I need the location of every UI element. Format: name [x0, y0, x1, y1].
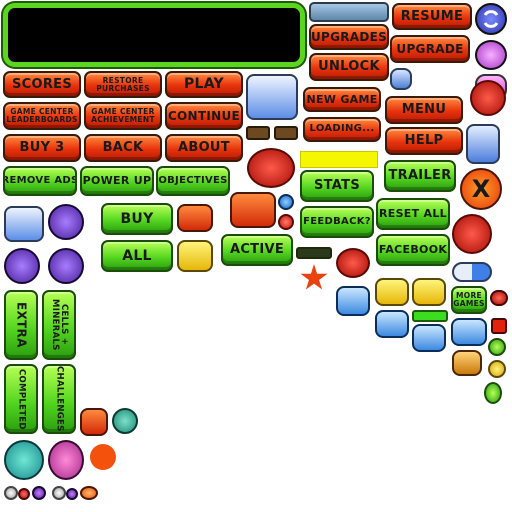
about-button[interactable]: ABOUT	[165, 134, 243, 162]
orange-gem-icon	[80, 486, 98, 500]
sound-icon[interactable]	[336, 286, 370, 316]
arrow-left-icon[interactable]	[177, 240, 213, 272]
star-burst-icon[interactable]	[375, 278, 409, 306]
unlock-button[interactable]: UNLOCK	[309, 53, 389, 81]
resume-button[interactable]: RESUME	[392, 3, 472, 30]
menu-button[interactable]: MENU	[385, 96, 463, 124]
loading-button[interactable]: LOADING...	[303, 117, 381, 142]
buy3-button[interactable]: BUY 3	[3, 134, 81, 162]
reset-all-button[interactable]: RESET ALL	[376, 198, 450, 230]
scores-button[interactable]: SCORES	[3, 71, 81, 98]
pill-capsules-icon	[4, 206, 44, 242]
arrow-right-icon[interactable]	[246, 126, 270, 140]
book-icon[interactable]	[48, 204, 84, 240]
next-icon[interactable]	[451, 318, 487, 346]
refresh-icon[interactable]	[475, 3, 507, 35]
heart-icon[interactable]	[48, 248, 84, 284]
completed-button[interactable]: COMPLETED	[4, 364, 38, 434]
pill-capsule-small-icon	[390, 68, 412, 90]
buy-button[interactable]: BUY	[101, 203, 173, 235]
yellow-progress-bar	[300, 151, 378, 168]
upgrades-button[interactable]: UPGRADES	[309, 24, 389, 50]
game-center-leaderboards-button[interactable]: GAME CENTER LEADERBOARDS	[3, 102, 81, 130]
game-center-achievement-button[interactable]: GAME CENTER ACHIEVEMENT	[84, 102, 162, 130]
cells-minerals-button[interactable]: CELLS + MINERALS	[42, 290, 76, 360]
continue-button[interactable]: CONTINUE	[165, 102, 243, 130]
white-gem-icon	[52, 486, 66, 500]
objectives-button[interactable]: OBJECTIVES	[156, 166, 230, 196]
green-progress-bar	[412, 310, 448, 322]
purple-gem-icon	[32, 486, 46, 500]
stats-button[interactable]: STATS	[300, 170, 374, 202]
arrow-left-icon[interactable]	[48, 440, 84, 480]
play-button[interactable]: PLAY	[165, 71, 243, 98]
pill-capsule-stack-icon	[466, 124, 500, 164]
challenges-button[interactable]: CHALLENGES	[42, 364, 76, 434]
white-gem-icon	[4, 486, 18, 500]
shuffle-icon[interactable]	[475, 40, 507, 70]
restore-purchases-button[interactable]: RESTORE PURCHASES	[84, 71, 162, 98]
dark-progress-track	[296, 247, 332, 259]
red-cells-icon	[452, 214, 492, 254]
green-plus-icon	[488, 338, 506, 356]
pill-horizontal-icon	[452, 262, 492, 282]
info-icon[interactable]	[4, 248, 40, 284]
ribbon-medal-icon	[490, 290, 508, 306]
lightning-icon[interactable]	[412, 278, 446, 306]
power-up-button[interactable]: POWER UP	[80, 166, 154, 196]
back-button[interactable]: BACK	[84, 134, 162, 162]
red-cells-icon	[247, 148, 295, 188]
mute-icon[interactable]	[375, 310, 409, 338]
help-button[interactable]: HELP	[385, 127, 463, 155]
red-square-icon	[491, 318, 507, 334]
ribbon-medal-icon	[484, 382, 502, 404]
orange-dot-icon	[90, 444, 116, 470]
blue-gem-icon	[278, 194, 294, 210]
extra-button[interactable]: EXTRA	[4, 290, 38, 360]
red-cells-icon	[470, 80, 506, 116]
rewind-icon[interactable]	[112, 408, 138, 434]
close-x-icon[interactable]: X	[460, 168, 502, 210]
all-button[interactable]: ALL	[101, 240, 173, 272]
new-game-button[interactable]: NEW GAME	[303, 87, 381, 112]
arrow-left-icon[interactable]	[274, 126, 298, 140]
red-gem-icon	[278, 214, 294, 230]
plus-minus-icon[interactable]	[412, 324, 446, 352]
red-gem-icon	[18, 488, 30, 500]
empty-slot-bar	[309, 2, 389, 22]
active-button[interactable]: ACTIVE	[221, 234, 293, 266]
upgrade-button[interactable]: UPGRADE	[390, 35, 470, 63]
facebook-button[interactable]: FACEBOOK	[376, 234, 450, 266]
lock-icon[interactable]	[4, 440, 44, 480]
yellow-minus-icon	[488, 360, 506, 378]
trophy-icon[interactable]	[177, 204, 213, 232]
feedback-button[interactable]: FEEDBACK?	[300, 206, 374, 238]
trophy-icon[interactable]	[230, 192, 276, 228]
more-games-button[interactable]: MORE GAMES	[451, 286, 487, 314]
black-display-panel	[3, 3, 305, 67]
remove-ads-button[interactable]: REMOVE ADS	[3, 166, 77, 196]
sound-icon[interactable]	[80, 408, 108, 436]
purple-gem-icon	[66, 488, 78, 500]
star-burst-icon	[300, 264, 328, 290]
trailer-button[interactable]: TRAILER	[384, 160, 456, 192]
trophy-icon	[452, 350, 482, 376]
pill-capsules-icon	[246, 74, 298, 120]
red-cells-icon	[336, 248, 370, 278]
